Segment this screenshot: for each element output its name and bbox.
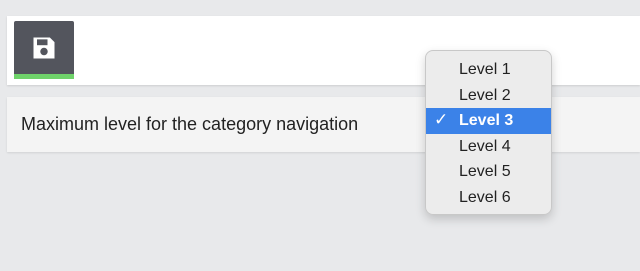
floppy-disk-icon xyxy=(33,37,55,59)
setting-label: Maximum level for the category navigatio… xyxy=(21,114,359,134)
level-option[interactable]: Level 5 xyxy=(426,159,551,185)
level-select-dropdown[interactable]: Level 1 Level 2 ✓ Level 3 Level 4 Level … xyxy=(425,50,552,215)
level-option[interactable]: Level 4 xyxy=(426,134,551,160)
save-button-accent-bar xyxy=(14,74,74,79)
checkmark-icon: ✓ xyxy=(434,110,449,130)
level-option[interactable]: Level 2 xyxy=(426,83,551,109)
level-option[interactable]: Level 6 xyxy=(426,185,551,211)
level-option[interactable]: Level 1 xyxy=(426,57,551,83)
save-button[interactable] xyxy=(14,21,74,79)
level-option-selected[interactable]: ✓ Level 3 xyxy=(426,108,551,134)
